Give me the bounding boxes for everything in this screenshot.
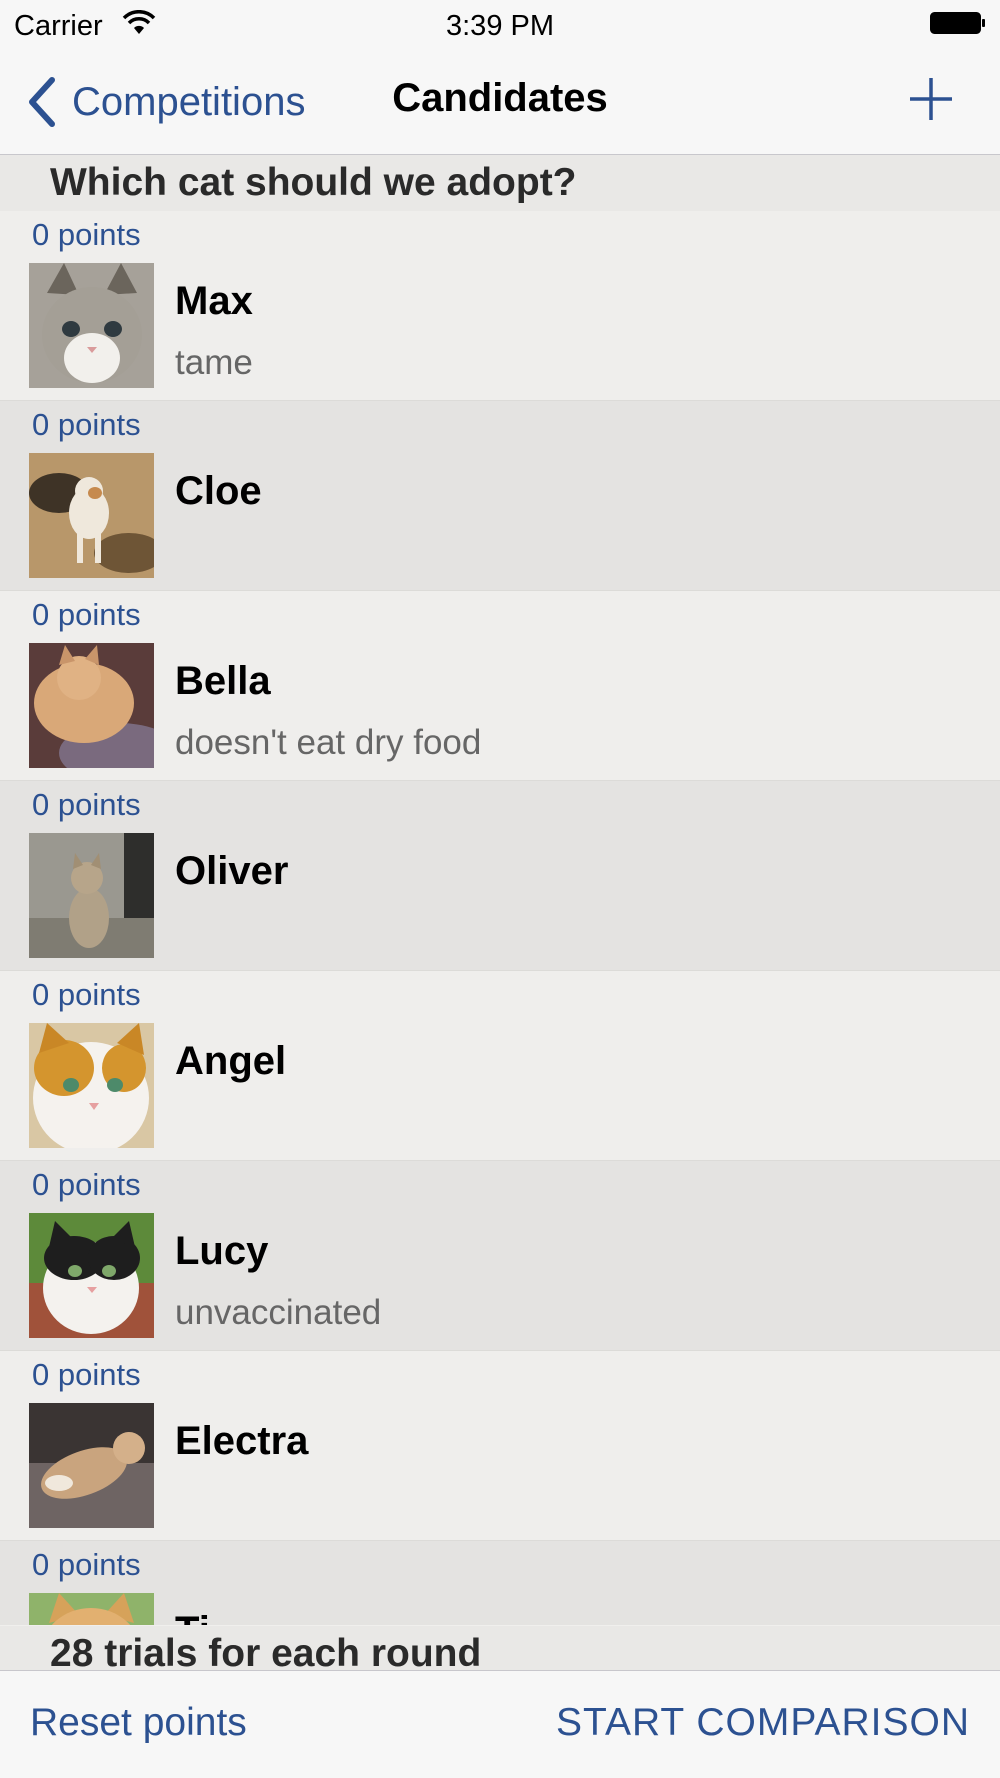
cat-photo [29,1023,154,1148]
points-label: 0 points [32,1167,141,1202]
candidate-row-partial[interactable]: 0 points Ti [0,1541,1000,1625]
cat-photo [29,263,154,388]
candidate-name: Electra [175,1419,309,1463]
points-label: 0 points [32,407,141,442]
cat-photo [29,1213,154,1338]
candidate-name: Oliver [175,849,289,893]
points-label: 0 points [32,1547,141,1582]
points-label: 0 points [32,1357,141,1392]
points-label: 0 points [32,787,141,822]
candidate-row-bella[interactable]: 0 points Bella doesn't eat dry food [0,591,1000,781]
page-title: Candidates [392,76,608,120]
points-label: 0 points [32,977,141,1012]
candidate-row-cloe[interactable]: 0 points Cloe [0,401,1000,591]
points-label: 0 points [32,597,141,632]
candidate-note: tame [175,343,253,382]
candidate-name: Lucy [175,1229,269,1273]
cat-photo [29,643,154,768]
candidate-row-oliver[interactable]: 0 points Oliver [0,781,1000,971]
candidate-list[interactable]: 0 points Max tame 0 points Cloe 0 points… [0,211,1000,1625]
plus-icon[interactable] [908,76,954,122]
cat-photo [29,833,154,958]
candidate-name: Bella [175,659,271,703]
clock: 3:39 PM [446,10,554,42]
candidate-note: unvaccinated [175,1293,382,1332]
bottom-toolbar: Reset points START COMPARISON [0,1670,1000,1778]
cat-photo [29,1593,154,1625]
cat-photo [29,1403,154,1528]
candidate-row-electra[interactable]: 0 points Electra [0,1351,1000,1541]
candidate-name: Cloe [175,469,262,513]
status-bar: Carrier 3:39 PM [0,0,1000,50]
candidate-row-angel[interactable]: 0 points Angel [0,971,1000,1161]
candidate-name: Ti [175,1609,210,1625]
candidate-row-lucy[interactable]: 0 points Lucy unvaccinated [0,1161,1000,1351]
trials-info: 28 trials for each round [0,1626,1000,1670]
candidate-name: Angel [175,1039,287,1083]
navigation-bar: Competitions Candidates [0,50,1000,155]
candidate-name: Max [175,279,253,323]
battery-icon [930,12,985,34]
points-label: 0 points [32,217,141,252]
competition-title: Which cat should we adopt? [0,155,1000,211]
reset-points-button[interactable]: Reset points [30,1701,247,1745]
candidate-note: doesn't eat dry food [175,723,482,762]
start-comparison-button[interactable]: START COMPARISON [556,1701,970,1745]
cat-photo [29,453,154,578]
candidate-row-max[interactable]: 0 points Max tame [0,211,1000,401]
